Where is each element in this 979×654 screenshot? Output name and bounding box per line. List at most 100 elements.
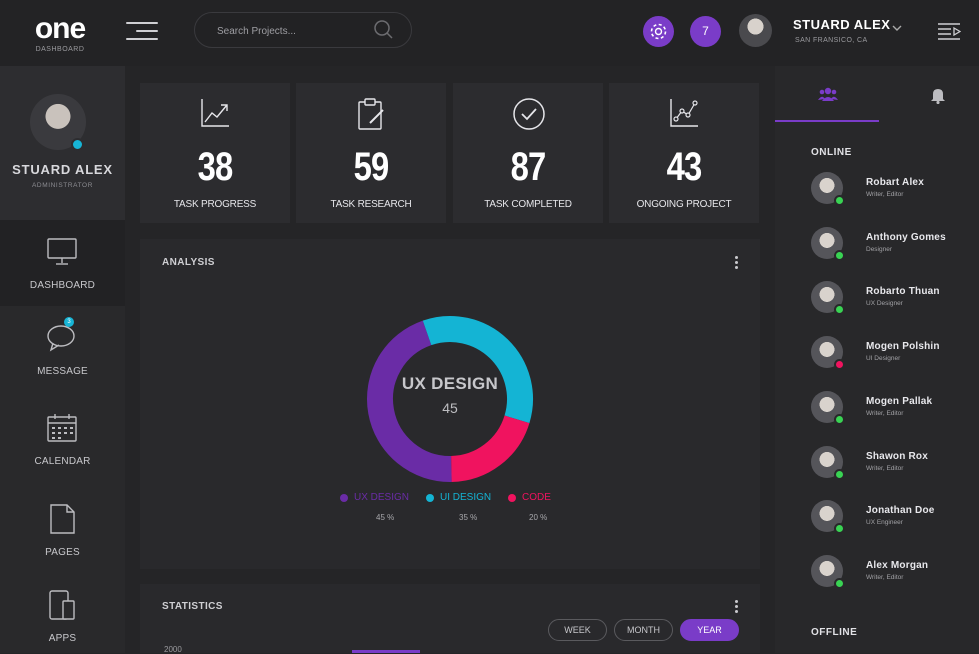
chat-icon (47, 325, 75, 352)
contact-role: Writer, Editor (866, 464, 904, 472)
contact-status-dot (834, 304, 845, 316)
nav-item-dashboard[interactable]: DASHBOARD (0, 220, 125, 306)
statistics-more-icon[interactable] (735, 600, 739, 616)
contact-item[interactable]: Robarto Thuan UX Designer (811, 281, 971, 321)
nav-item-pages[interactable]: PAGES (0, 487, 125, 573)
contact-status-dot (834, 577, 845, 589)
donut-svg (367, 316, 533, 482)
contact-item[interactable]: Mogen Pallak Writer, Editor (811, 390, 971, 431)
legend-label: UI DESIGN (440, 492, 492, 503)
gear-icon (650, 23, 667, 40)
contact-item[interactable]: Shawon Rox Writer, Editor (811, 445, 971, 486)
donut-center-value: 45 (442, 400, 458, 416)
stat-card-task-completed[interactable]: 87 TASK COMPLETED (453, 83, 603, 223)
header-avatar[interactable] (739, 14, 772, 47)
filter-year[interactable]: YEAR (680, 619, 739, 641)
check-circle-icon (513, 98, 545, 130)
nav-item-apps[interactable]: APPS (0, 573, 125, 653)
legend-percent: 45 % (376, 513, 395, 522)
nav-item-message[interactable]: 3 MESSAGE (0, 306, 125, 392)
stat-card-ongoing-project[interactable]: 43 ONGOING PROJECT (609, 83, 759, 223)
message-badge: 3 (64, 317, 74, 327)
bell-icon (931, 89, 945, 104)
left-sidebar: STUARD ALEX ADMINISTRATOR DASHBOARD 3 ME… (0, 66, 125, 653)
contact-item[interactable]: Jonathan Doe UX Engineer (811, 500, 971, 540)
stat-value: 59 (353, 145, 390, 189)
contact-item[interactable]: Mogen Polshin UI Designer (811, 336, 971, 376)
analysis-more-icon[interactable] (735, 256, 739, 272)
search-box[interactable] (194, 12, 412, 48)
donut-segment[interactable] (450, 415, 530, 482)
profile-name: STUARD ALEX (12, 162, 113, 177)
logo-subtitle: DASHBOARD (35, 46, 85, 53)
users-icon (818, 87, 838, 101)
stat-card-task-research[interactable]: 59 TASK RESEARCH (296, 83, 446, 223)
tab-notifications[interactable] (881, 66, 979, 120)
stat-label: TASK RESEARCH (330, 199, 412, 210)
legend-dot (340, 493, 348, 502)
header-user-name[interactable]: STUARD ALEX (793, 17, 890, 32)
contact-name: Shawon Rox (866, 450, 929, 462)
hamburger-menu-icon[interactable] (126, 22, 158, 42)
contact-name: Robart Alex (866, 177, 924, 188)
stat-label: ONGOING PROJECT (636, 199, 732, 210)
nav-item-calendar[interactable]: CALENDAR (0, 396, 125, 482)
contact-role: UX Engineer (866, 519, 903, 527)
clipboard-icon (358, 98, 384, 130)
tab-users[interactable] (775, 66, 879, 122)
top-bar: one DASHBOARD 7 STUARD ALEX SAN FRANSICO… (0, 0, 979, 66)
filter-month[interactable]: MONTH (614, 619, 673, 641)
contact-role: Designer (866, 245, 893, 253)
legend-ui-design[interactable]: UI DESIGN (426, 492, 491, 503)
contact-item[interactable]: Alex Morgan Writer, Editor (811, 554, 971, 595)
devices-icon (49, 590, 75, 620)
analysis-panel: ANALYSIS UX DESIGN 45 UX DESIGN UI DESIG… (140, 239, 760, 569)
contact-name: Mogen Polshin (866, 341, 940, 353)
chevron-down-icon[interactable] (891, 22, 903, 34)
legend-ux-design[interactable]: UX DESIGN (340, 492, 409, 503)
settings-button[interactable] (643, 16, 674, 47)
contact-role: UI Designer (866, 355, 901, 363)
contact-name: Alex Morgan (866, 559, 929, 571)
search-input[interactable] (215, 21, 369, 41)
nav-label: APPS (48, 633, 77, 644)
contact-role: Writer, Editor (866, 191, 904, 198)
calendar-icon (47, 414, 77, 442)
notification-count-button[interactable]: 7 (690, 16, 721, 47)
nav-label: MESSAGE (37, 366, 88, 377)
legend-percent: 35 % (459, 513, 478, 522)
contact-name: Jonathan Doe (866, 505, 935, 517)
contact-status-dot (834, 195, 845, 206)
trend-icon (201, 99, 229, 127)
stat-value: 38 (197, 145, 234, 189)
legend-label: UX DESIGN (354, 492, 410, 503)
contact-status-dot (834, 249, 845, 261)
stat-value: 43 (666, 145, 703, 189)
stat-label: TASK PROGRESS (173, 199, 257, 210)
statistics-title: STATISTICS (162, 601, 223, 612)
logo-mark: one (34, 12, 86, 45)
legend-percent: 20 % (529, 513, 548, 522)
contact-name: Mogen Pallak (866, 395, 933, 407)
contact-item[interactable]: Anthony Gomes Designer (811, 226, 971, 267)
donut-chart: UX DESIGN 45 (320, 309, 580, 489)
legend-code[interactable]: CODE (508, 492, 551, 503)
contact-status-dot (834, 523, 845, 535)
legend-dot (426, 493, 434, 502)
filter-week[interactable]: WEEK (548, 619, 607, 641)
stat-card-task-progress[interactable]: 38 TASK PROGRESS (140, 83, 290, 223)
playlist-icon[interactable] (937, 21, 961, 43)
contact-status-dot (834, 413, 845, 425)
brand-logo[interactable]: one DASHBOARD (30, 12, 90, 54)
right-panel: ONLINE Robart Alex Writer, Editor Anthony … (775, 66, 979, 653)
contact-status-dot (834, 468, 845, 480)
online-status-dot (71, 138, 84, 151)
search-icon[interactable] (373, 19, 393, 39)
header-user-location: SAN FRANSICO, CA (795, 37, 868, 44)
page-icon (50, 504, 75, 534)
donut-center-title: UX DESIGN (401, 374, 499, 393)
stat-value: 87 (510, 145, 547, 189)
legend-dot (508, 493, 516, 502)
offline-heading: OFFLINE (811, 627, 858, 638)
contact-item[interactable]: Robart Alex Writer, Editor (811, 172, 971, 212)
